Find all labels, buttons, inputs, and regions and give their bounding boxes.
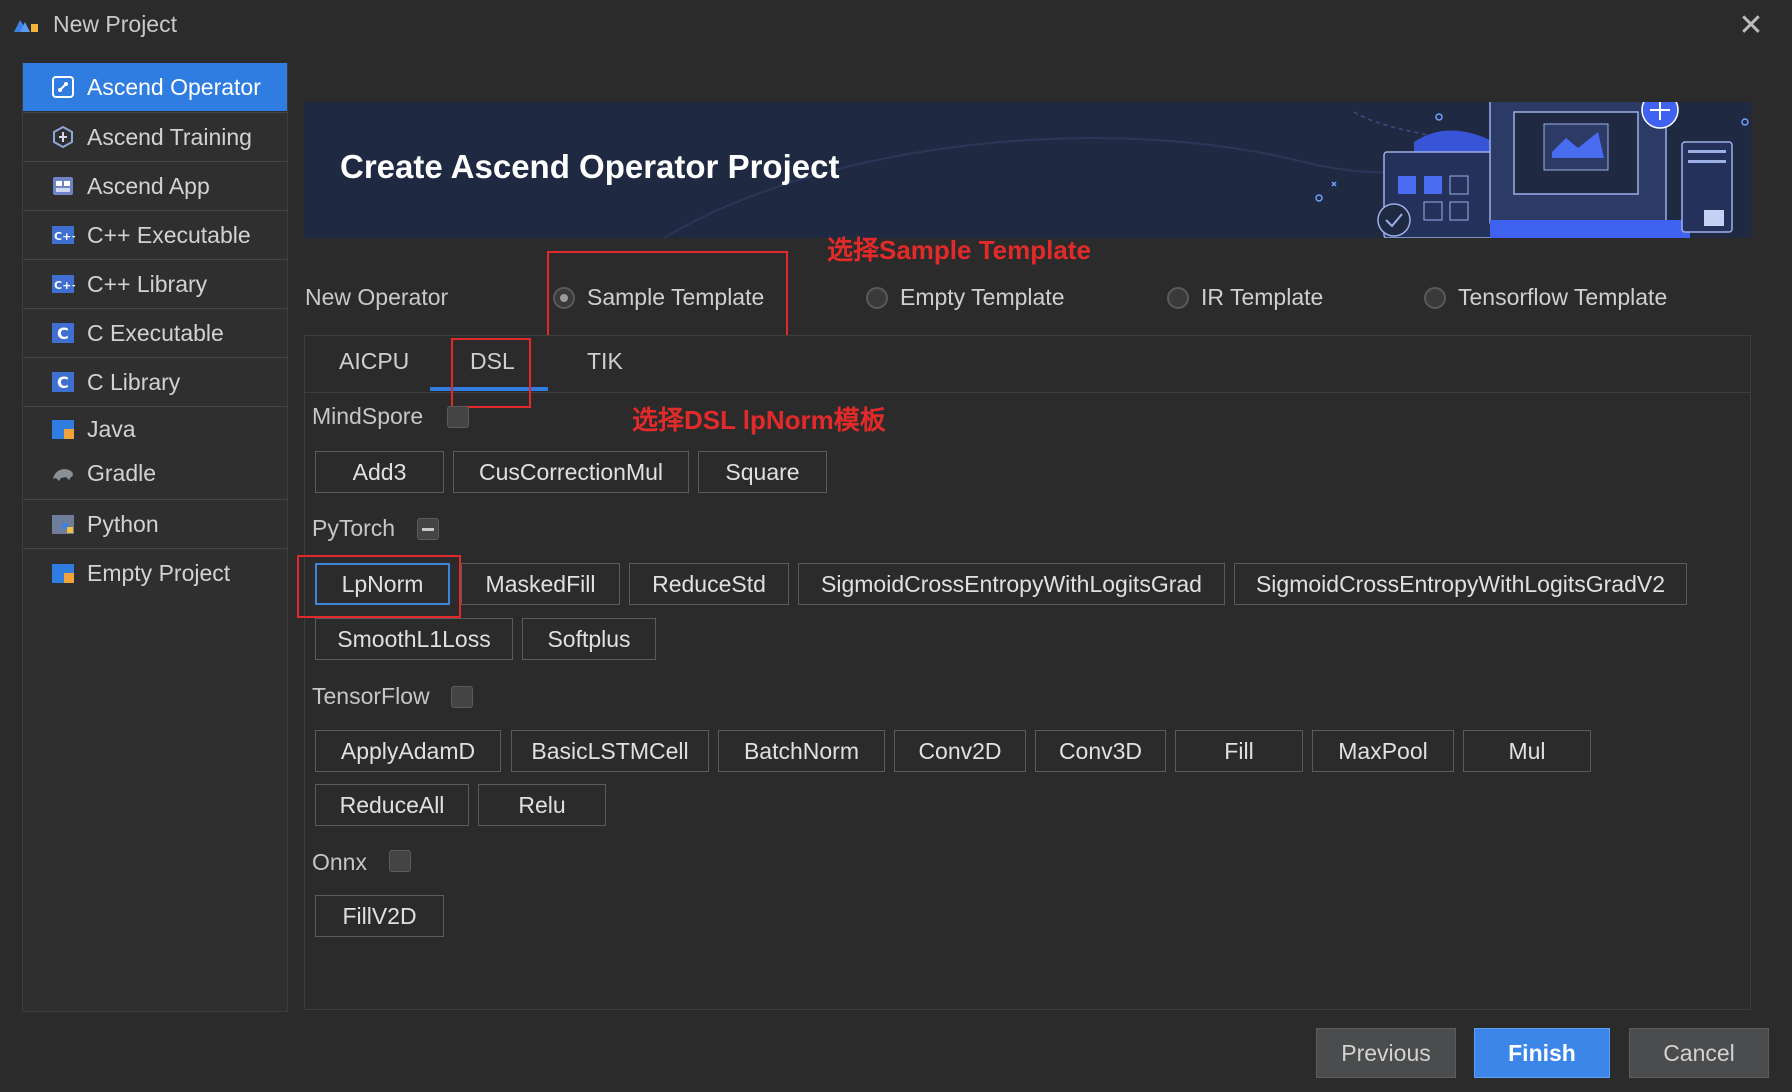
onnx-checkbox[interactable] bbox=[389, 850, 411, 872]
banner-title: Create Ascend Operator Project bbox=[340, 148, 840, 185]
sidebar-item-ascend-operator[interactable]: Ascend Operator bbox=[23, 63, 287, 111]
annotation-dsl-lpnorm: 选择DSL lpNorm模板 bbox=[632, 405, 886, 435]
sidebar-item-label: Ascend App bbox=[87, 172, 210, 199]
gradle-icon bbox=[51, 461, 75, 485]
python-icon bbox=[51, 512, 75, 536]
ascend-app-icon bbox=[51, 174, 75, 198]
app-logo-icon bbox=[12, 14, 40, 36]
sidebar-item-label: Ascend Operator bbox=[87, 73, 261, 100]
svg-text:C: C bbox=[57, 324, 69, 343]
annotation-highlight-box bbox=[451, 338, 531, 408]
svg-text:C: C bbox=[57, 373, 69, 392]
sidebar-item-label: C++ Library bbox=[87, 270, 208, 297]
op-button-reduceall[interactable]: ReduceAll bbox=[315, 784, 469, 826]
op-button-conv3d[interactable]: Conv3D bbox=[1035, 730, 1166, 772]
op-button-reducestd[interactable]: ReduceStd bbox=[629, 563, 789, 605]
tab-aicpu[interactable]: AICPU bbox=[339, 348, 409, 375]
cpp-icon: C++ bbox=[51, 272, 75, 296]
op-button-relu[interactable]: Relu bbox=[478, 784, 606, 826]
op-button-softplus[interactable]: Softplus bbox=[522, 618, 656, 660]
tab-tik[interactable]: TIK bbox=[587, 348, 623, 375]
op-button-mul[interactable]: Mul bbox=[1463, 730, 1591, 772]
cpp-icon: C++ bbox=[51, 223, 75, 247]
ascend-operator-icon bbox=[51, 75, 75, 99]
sidebar-item-cpp-executable[interactable]: C++ C++ Executable bbox=[23, 211, 287, 259]
op-button-basiclstmcell[interactable]: BasicLSTMCell bbox=[511, 730, 709, 772]
radio-label: IR Template bbox=[1201, 284, 1324, 310]
svg-text:C++: C++ bbox=[54, 230, 75, 243]
op-button-fill[interactable]: Fill bbox=[1175, 730, 1303, 772]
category-label-mindspore: MindSpore bbox=[312, 403, 424, 429]
sidebar-item-label: C++ Executable bbox=[87, 221, 251, 248]
category-label-onnx: Onnx bbox=[312, 849, 367, 875]
annotation-highlight-box bbox=[547, 251, 788, 338]
op-button-sigmoidcrossentropywithlogitsgrad[interactable]: SigmoidCrossEntropyWithLogitsGrad bbox=[798, 563, 1225, 605]
title-bar bbox=[0, 0, 1792, 50]
sidebar-item-label: Gradle bbox=[87, 459, 157, 486]
category-label-tensorflow: TensorFlow bbox=[312, 683, 430, 709]
sidebar-item-label: Java bbox=[87, 415, 136, 442]
empty-project-icon bbox=[51, 561, 75, 585]
sidebar-item-c-library[interactable]: C C Library bbox=[23, 358, 287, 406]
radio-empty-template[interactable]: Empty Template bbox=[866, 284, 1064, 311]
radio-button[interactable] bbox=[1424, 286, 1446, 309]
ascend-training-icon bbox=[51, 125, 75, 149]
sidebar-item-cpp-library[interactable]: C++ C++ Library bbox=[23, 260, 287, 308]
sidebar-item-ascend-app[interactable]: Ascend App bbox=[23, 162, 287, 210]
op-button-conv2d[interactable]: Conv2D bbox=[894, 730, 1026, 772]
window-title: New Project bbox=[53, 11, 177, 37]
header-banner: Create Ascend Operator Project bbox=[304, 102, 1751, 238]
annotation-highlight-box bbox=[297, 555, 461, 618]
radio-tensorflow-template[interactable]: Tensorflow Template bbox=[1424, 284, 1667, 311]
sidebar-item-c-executable[interactable]: C C Executable bbox=[23, 309, 287, 357]
op-button-sigmoidcrossentropywithlogitsgradv2[interactable]: SigmoidCrossEntropyWithLogitsGradV2 bbox=[1234, 563, 1687, 605]
op-button-applyadamd[interactable]: ApplyAdamD bbox=[315, 730, 501, 772]
project-type-sidebar: Ascend Operator Ascend Training Ascend A… bbox=[22, 63, 288, 1012]
sidebar-item-gradle[interactable]: Gradle bbox=[23, 451, 287, 495]
previous-button[interactable]: Previous bbox=[1316, 1028, 1456, 1078]
radio-button[interactable] bbox=[1167, 286, 1189, 309]
finish-button[interactable]: Finish bbox=[1474, 1028, 1610, 1078]
radio-label: Tensorflow Template bbox=[1458, 284, 1668, 310]
sidebar-item-label: Python bbox=[87, 510, 159, 537]
radio-label: Empty Template bbox=[900, 284, 1065, 310]
sidebar-item-java[interactable]: Java bbox=[23, 407, 287, 451]
sidebar-item-label: C Executable bbox=[87, 319, 224, 346]
new-operator-label: New Operator bbox=[305, 284, 449, 310]
mindspore-checkbox[interactable] bbox=[447, 406, 469, 428]
svg-text:C++: C++ bbox=[54, 279, 75, 292]
op-button-fillv2d[interactable]: FillV2D bbox=[315, 895, 444, 937]
pytorch-checkbox[interactable] bbox=[417, 518, 439, 540]
cancel-button[interactable]: Cancel bbox=[1629, 1028, 1769, 1078]
annotation-sample-template: 选择Sample Template bbox=[827, 235, 1091, 265]
java-folder-icon bbox=[51, 417, 75, 441]
sidebar-item-ascend-training[interactable]: Ascend Training bbox=[23, 113, 287, 161]
op-button-add3[interactable]: Add3 bbox=[315, 451, 444, 493]
sidebar-item-label: Empty Project bbox=[87, 559, 231, 586]
tensorflow-checkbox[interactable] bbox=[451, 686, 473, 708]
close-icon[interactable]: ✕ bbox=[1736, 11, 1766, 42]
radio-ir-template[interactable]: IR Template bbox=[1167, 284, 1323, 311]
category-label-pytorch: PyTorch bbox=[312, 515, 396, 541]
op-button-cuscorrectionmul[interactable]: CusCorrectionMul bbox=[453, 451, 689, 493]
op-button-maskedfill[interactable]: MaskedFill bbox=[461, 563, 620, 605]
op-button-square[interactable]: Square bbox=[698, 451, 827, 493]
c-icon: C bbox=[51, 321, 75, 345]
sidebar-item-label: Ascend Training bbox=[87, 123, 252, 150]
op-button-smoothl1loss[interactable]: SmoothL1Loss bbox=[315, 618, 513, 660]
radio-button[interactable] bbox=[866, 286, 888, 309]
op-button-batchnorm[interactable]: BatchNorm bbox=[718, 730, 885, 772]
sidebar-item-empty-project[interactable]: Empty Project bbox=[23, 549, 287, 597]
sidebar-item-label: C Library bbox=[87, 368, 181, 395]
c-icon: C bbox=[51, 370, 75, 394]
operator-panel bbox=[304, 335, 1751, 1010]
sidebar-item-python[interactable]: Python bbox=[23, 500, 287, 548]
op-button-maxpool[interactable]: MaxPool bbox=[1312, 730, 1454, 772]
